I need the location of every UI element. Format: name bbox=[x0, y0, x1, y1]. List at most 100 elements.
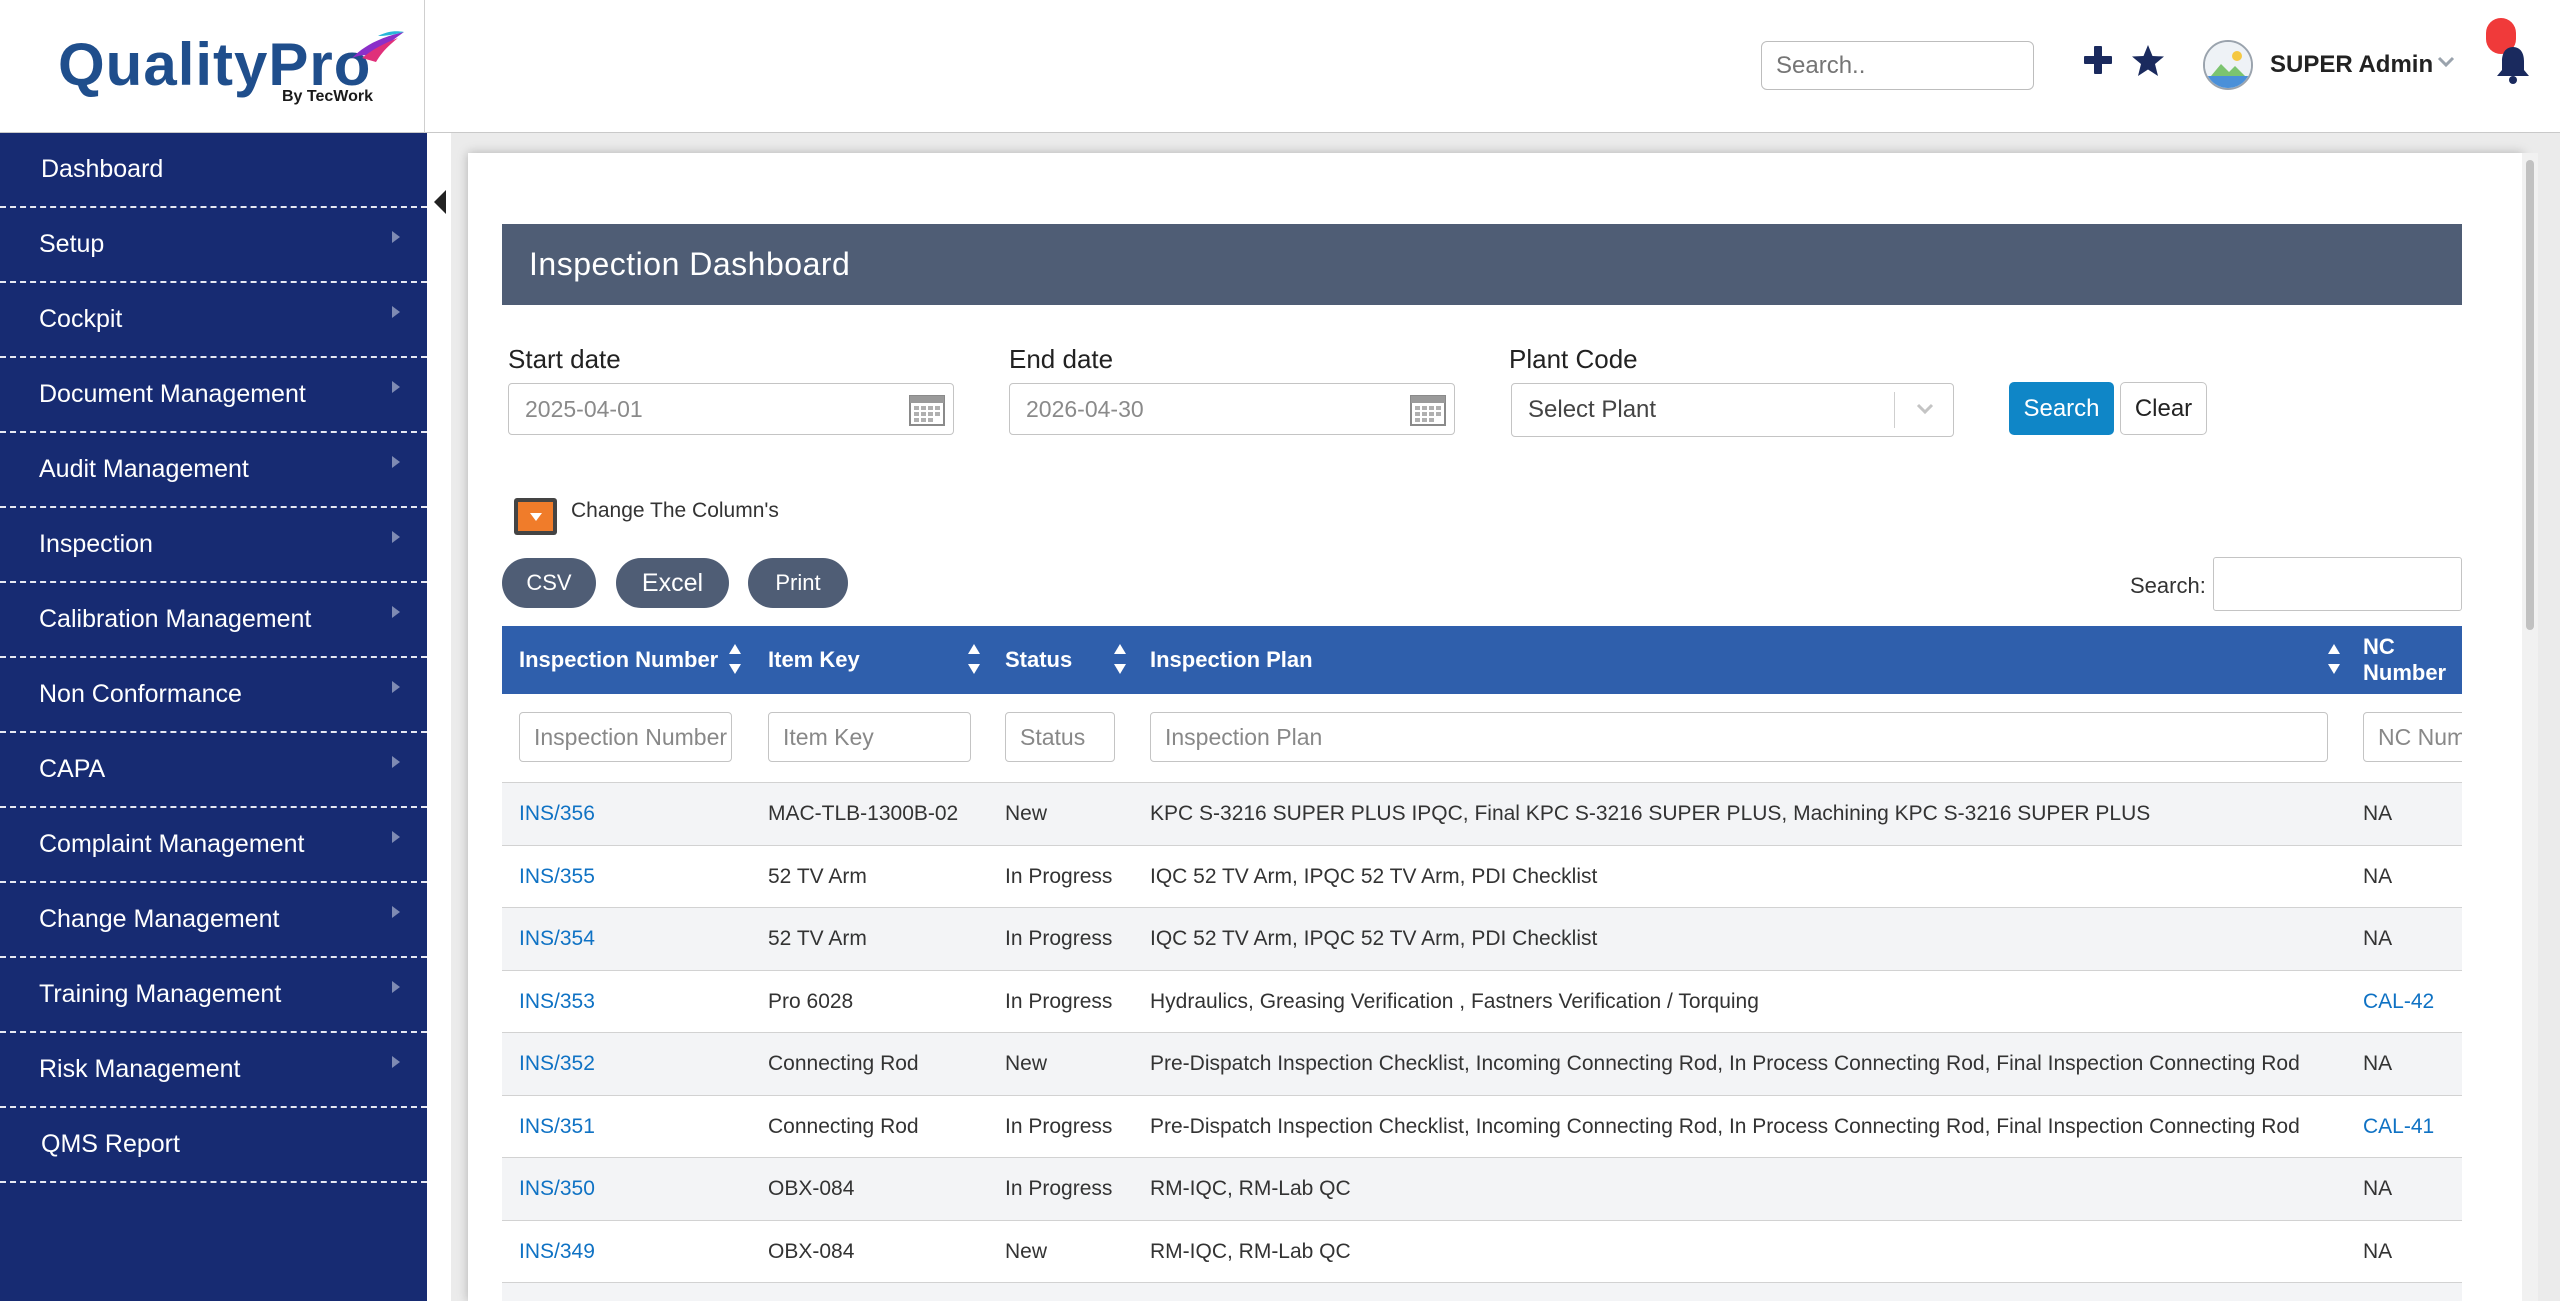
caret-right-icon bbox=[392, 306, 400, 318]
print-button[interactable]: Print bbox=[748, 558, 848, 608]
status-cell: New bbox=[1005, 1239, 1048, 1263]
table-body: INS/356 MAC-TLB-1300B-02 New KPC S-3216 … bbox=[502, 782, 2462, 1301]
filter-inspection-number-input[interactable]: Inspection Number bbox=[519, 712, 732, 762]
filter-inspection-plan-input[interactable]: Inspection Plan bbox=[1150, 712, 2328, 762]
inspection-plan-cell: IQC 52 TV Arm, IPQC 52 TV Arm, PDI Check… bbox=[1150, 927, 1598, 950]
end-date-input[interactable]: 2026-04-30 bbox=[1009, 383, 1455, 435]
sidebar-item-audit-management[interactable]: Audit Management bbox=[0, 433, 427, 508]
excel-button[interactable]: Excel bbox=[616, 558, 729, 608]
sidebar-item-document-management[interactable]: Document Management bbox=[0, 358, 427, 433]
avatar[interactable] bbox=[2203, 40, 2253, 90]
table-row: INS/350 OBX-084 In Progress RM-IQC, RM-L… bbox=[502, 1157, 2462, 1220]
scrollbar-thumb[interactable] bbox=[2526, 160, 2534, 630]
plant-code-select[interactable]: Select Plant bbox=[1511, 383, 1954, 437]
star-icon[interactable] bbox=[2130, 44, 2166, 78]
sidebar-item-change-management[interactable]: Change Management bbox=[0, 883, 427, 958]
table-row: INS/355 52 TV Arm In Progress IQC 52 TV … bbox=[502, 844, 2462, 908]
csv-button[interactable]: CSV bbox=[502, 558, 596, 608]
table-row: INS/351 Connecting Rod In Progress Pre-D… bbox=[502, 1094, 2462, 1158]
sort-icon[interactable] bbox=[728, 640, 742, 678]
logo[interactable]: QualityPro By TecWork bbox=[0, 0, 425, 133]
avatar-image-icon bbox=[2205, 42, 2251, 88]
calendar-icon[interactable] bbox=[909, 392, 945, 426]
change-columns-label: Change The Column's bbox=[571, 499, 779, 522]
chevron-down-icon bbox=[1916, 403, 1934, 415]
column-header-nc-number[interactable]: NC Number bbox=[2363, 626, 2462, 694]
sidebar-item-non-conformance[interactable]: Non Conformance bbox=[0, 658, 427, 733]
start-date-value: 2025-04-01 bbox=[525, 395, 643, 422]
sidebar-item-label: Risk Management bbox=[39, 1055, 241, 1083]
sidebar-item-label: Setup bbox=[39, 230, 105, 258]
caret-right-icon bbox=[392, 831, 400, 843]
status-cell: In Progress bbox=[1005, 1177, 1113, 1200]
caret-right-icon bbox=[392, 906, 400, 918]
bell-icon[interactable] bbox=[2494, 44, 2532, 84]
sort-icon[interactable] bbox=[2327, 640, 2341, 678]
sidebar-item-setup[interactable]: Setup bbox=[0, 208, 427, 283]
filter-status-input[interactable]: Status bbox=[1005, 712, 1115, 762]
inspection-table: Inspection Number Item Key Status Inspec… bbox=[502, 626, 2462, 1301]
nc-number-link[interactable]: CAL-41 bbox=[2363, 1096, 2434, 1158]
inspection-number-link[interactable]: INS/355 bbox=[519, 846, 595, 908]
sidebar-item-capa[interactable]: CAPA bbox=[0, 733, 427, 808]
column-header-inspection-number[interactable]: Inspection Number bbox=[519, 626, 718, 694]
table-header: Inspection Number Item Key Status Inspec… bbox=[502, 626, 2462, 694]
inspection-number-link[interactable]: INS/349 bbox=[519, 1221, 595, 1283]
status-cell: New bbox=[1005, 802, 1048, 825]
sort-icon[interactable] bbox=[967, 640, 981, 678]
filter-nc-number-input[interactable]: NC Number bbox=[2363, 712, 2462, 762]
calendar-icon[interactable] bbox=[1410, 392, 1446, 426]
sidebar-item-inspection[interactable]: Inspection bbox=[0, 508, 427, 583]
sidebar-item-risk-management[interactable]: Risk Management bbox=[0, 1033, 427, 1108]
status-cell: In Progress bbox=[1005, 1114, 1113, 1138]
inspection-number-link[interactable]: INS/354 bbox=[519, 908, 595, 970]
plant-code-label: Plant Code bbox=[1509, 344, 1638, 374]
sidebar-item-label: Dashboard bbox=[41, 155, 164, 183]
logo-bird-icon bbox=[352, 31, 404, 62]
start-date-input[interactable]: 2025-04-01 bbox=[508, 383, 954, 435]
inspection-number-link[interactable]: INS/351 bbox=[519, 1096, 595, 1158]
inspection-number-link[interactable]: INS/350 bbox=[519, 1158, 595, 1220]
column-header-item-key[interactable]: Item Key bbox=[768, 626, 860, 694]
inspection-plan-cell: RM-IQC, RM-Lab QC bbox=[1150, 1177, 1351, 1200]
status-cell: In Progress bbox=[1005, 864, 1113, 888]
filter-item-key-input[interactable]: Item Key bbox=[768, 712, 971, 762]
status-cell: In Progress bbox=[1005, 989, 1113, 1013]
table-row bbox=[502, 1282, 2462, 1301]
inspection-number-link[interactable]: INS/356 bbox=[519, 783, 595, 845]
inspection-plan-cell: KPC S-3216 SUPER PLUS IPQC, Final KPC S-… bbox=[1150, 802, 2151, 825]
inspection-number-link[interactable]: INS/352 bbox=[519, 1033, 595, 1095]
column-header-status[interactable]: Status bbox=[1005, 626, 1072, 694]
user-name[interactable]: SUPER Admin bbox=[2270, 51, 2433, 79]
sidebar-item-training-management[interactable]: Training Management bbox=[0, 958, 427, 1033]
table-row: INS/356 MAC-TLB-1300B-02 New KPC S-3216 … bbox=[502, 782, 2462, 845]
nc-number-link[interactable]: CAL-42 bbox=[2363, 971, 2434, 1033]
sidebar-item-label: Complaint Management bbox=[39, 830, 305, 858]
sort-icon[interactable] bbox=[1113, 640, 1127, 678]
item-key-cell: 52 TV Arm bbox=[768, 864, 867, 888]
plant-code-value: Select Plant bbox=[1528, 396, 1657, 423]
table-row: INS/353 Pro 6028 In Progress Hydraulics,… bbox=[502, 969, 2462, 1033]
sidebar-item-label: Change Management bbox=[39, 905, 280, 933]
header-search-input[interactable] bbox=[1761, 41, 2034, 90]
sidebar-item-complaint-management[interactable]: Complaint Management bbox=[0, 808, 427, 883]
column-header-inspection-plan[interactable]: Inspection Plan bbox=[1150, 626, 1313, 694]
sidebar-item-calibration-management[interactable]: Calibration Management bbox=[0, 583, 427, 658]
sidebar: Dashboard Setup Cockpit Document Managem… bbox=[0, 133, 427, 1301]
nc-number-cell: NA bbox=[2363, 802, 2393, 825]
inspection-plan-cell: Hydraulics, Greasing Verification , Fast… bbox=[1150, 989, 1759, 1013]
clear-button[interactable]: Clear bbox=[2120, 382, 2207, 435]
inspection-number-link[interactable]: INS/353 bbox=[519, 971, 595, 1033]
plus-icon[interactable] bbox=[2082, 44, 2114, 76]
collapse-sidebar-icon[interactable] bbox=[434, 190, 446, 214]
change-columns-toggle[interactable] bbox=[514, 498, 557, 535]
search-button[interactable]: Search bbox=[2009, 382, 2114, 435]
inspection-plan-cell: IQC 52 TV Arm, IPQC 52 TV Arm, PDI Check… bbox=[1150, 864, 1598, 888]
sidebar-item-qms-report[interactable]: QMS Report bbox=[0, 1108, 427, 1183]
caret-right-icon bbox=[392, 981, 400, 993]
chevron-down-icon[interactable] bbox=[2437, 56, 2455, 68]
sidebar-item-dashboard[interactable]: Dashboard bbox=[0, 133, 427, 208]
table-search-input[interactable] bbox=[2213, 557, 2462, 611]
start-date-label: Start date bbox=[508, 344, 621, 374]
sidebar-item-cockpit[interactable]: Cockpit bbox=[0, 283, 427, 358]
